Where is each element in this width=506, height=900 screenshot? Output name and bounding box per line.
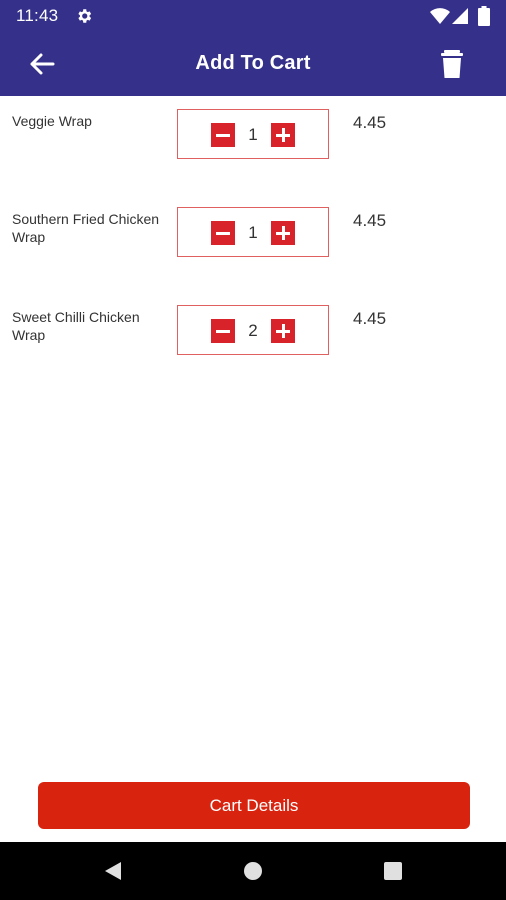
increase-quantity-button[interactable] [271, 221, 295, 245]
nav-home-icon[interactable] [243, 861, 263, 881]
item-price: 4.45 [353, 211, 387, 230]
status-bar: 11:43 [0, 0, 506, 32]
quantity-stepper: 1 [177, 109, 329, 159]
decrease-quantity-button[interactable] [211, 221, 235, 245]
quantity-value: 1 [248, 125, 258, 144]
app-bar: Add To Cart [0, 32, 506, 96]
quantity-stepper: 1 [177, 207, 329, 257]
page-title: Add To Cart [195, 52, 311, 74]
quantity-value: 1 [248, 223, 258, 242]
signal-icon [452, 8, 468, 24]
increase-quantity-button[interactable] [271, 123, 295, 147]
cart-item-list: Veggie Wrap 1 4.45 Southern Fried Chicke… [0, 96, 506, 390]
cart-item: Southern Fried Chicken Wrap 1 4.45 [0, 194, 506, 292]
item-price: 4.45 [353, 113, 387, 132]
quantity-stepper: 2 [177, 305, 329, 355]
wifi-icon [430, 8, 450, 24]
status-time: 11:43 [16, 6, 59, 25]
item-name: Veggie Wrap [12, 113, 92, 129]
item-name: Sweet Chilli Chicken Wrap [12, 309, 140, 343]
nav-recent-icon[interactable] [383, 861, 403, 881]
gear-icon [78, 9, 92, 23]
cart-item: Sweet Chilli Chicken Wrap 2 4.45 [0, 292, 506, 390]
cart-details-button[interactable]: Cart Details [38, 782, 470, 829]
increase-quantity-button[interactable] [271, 319, 295, 343]
nav-back-icon[interactable] [101, 859, 125, 883]
quantity-value: 2 [248, 321, 258, 340]
decrease-quantity-button[interactable] [211, 123, 235, 147]
item-name: Southern Fried Chicken Wrap [12, 211, 160, 245]
item-price: 4.45 [353, 309, 387, 328]
trash-icon[interactable] [434, 48, 470, 80]
decrease-quantity-button[interactable] [211, 319, 235, 343]
battery-icon [478, 6, 490, 26]
cart-item: Veggie Wrap 1 4.45 [0, 96, 506, 194]
system-nav-bar [0, 842, 506, 900]
